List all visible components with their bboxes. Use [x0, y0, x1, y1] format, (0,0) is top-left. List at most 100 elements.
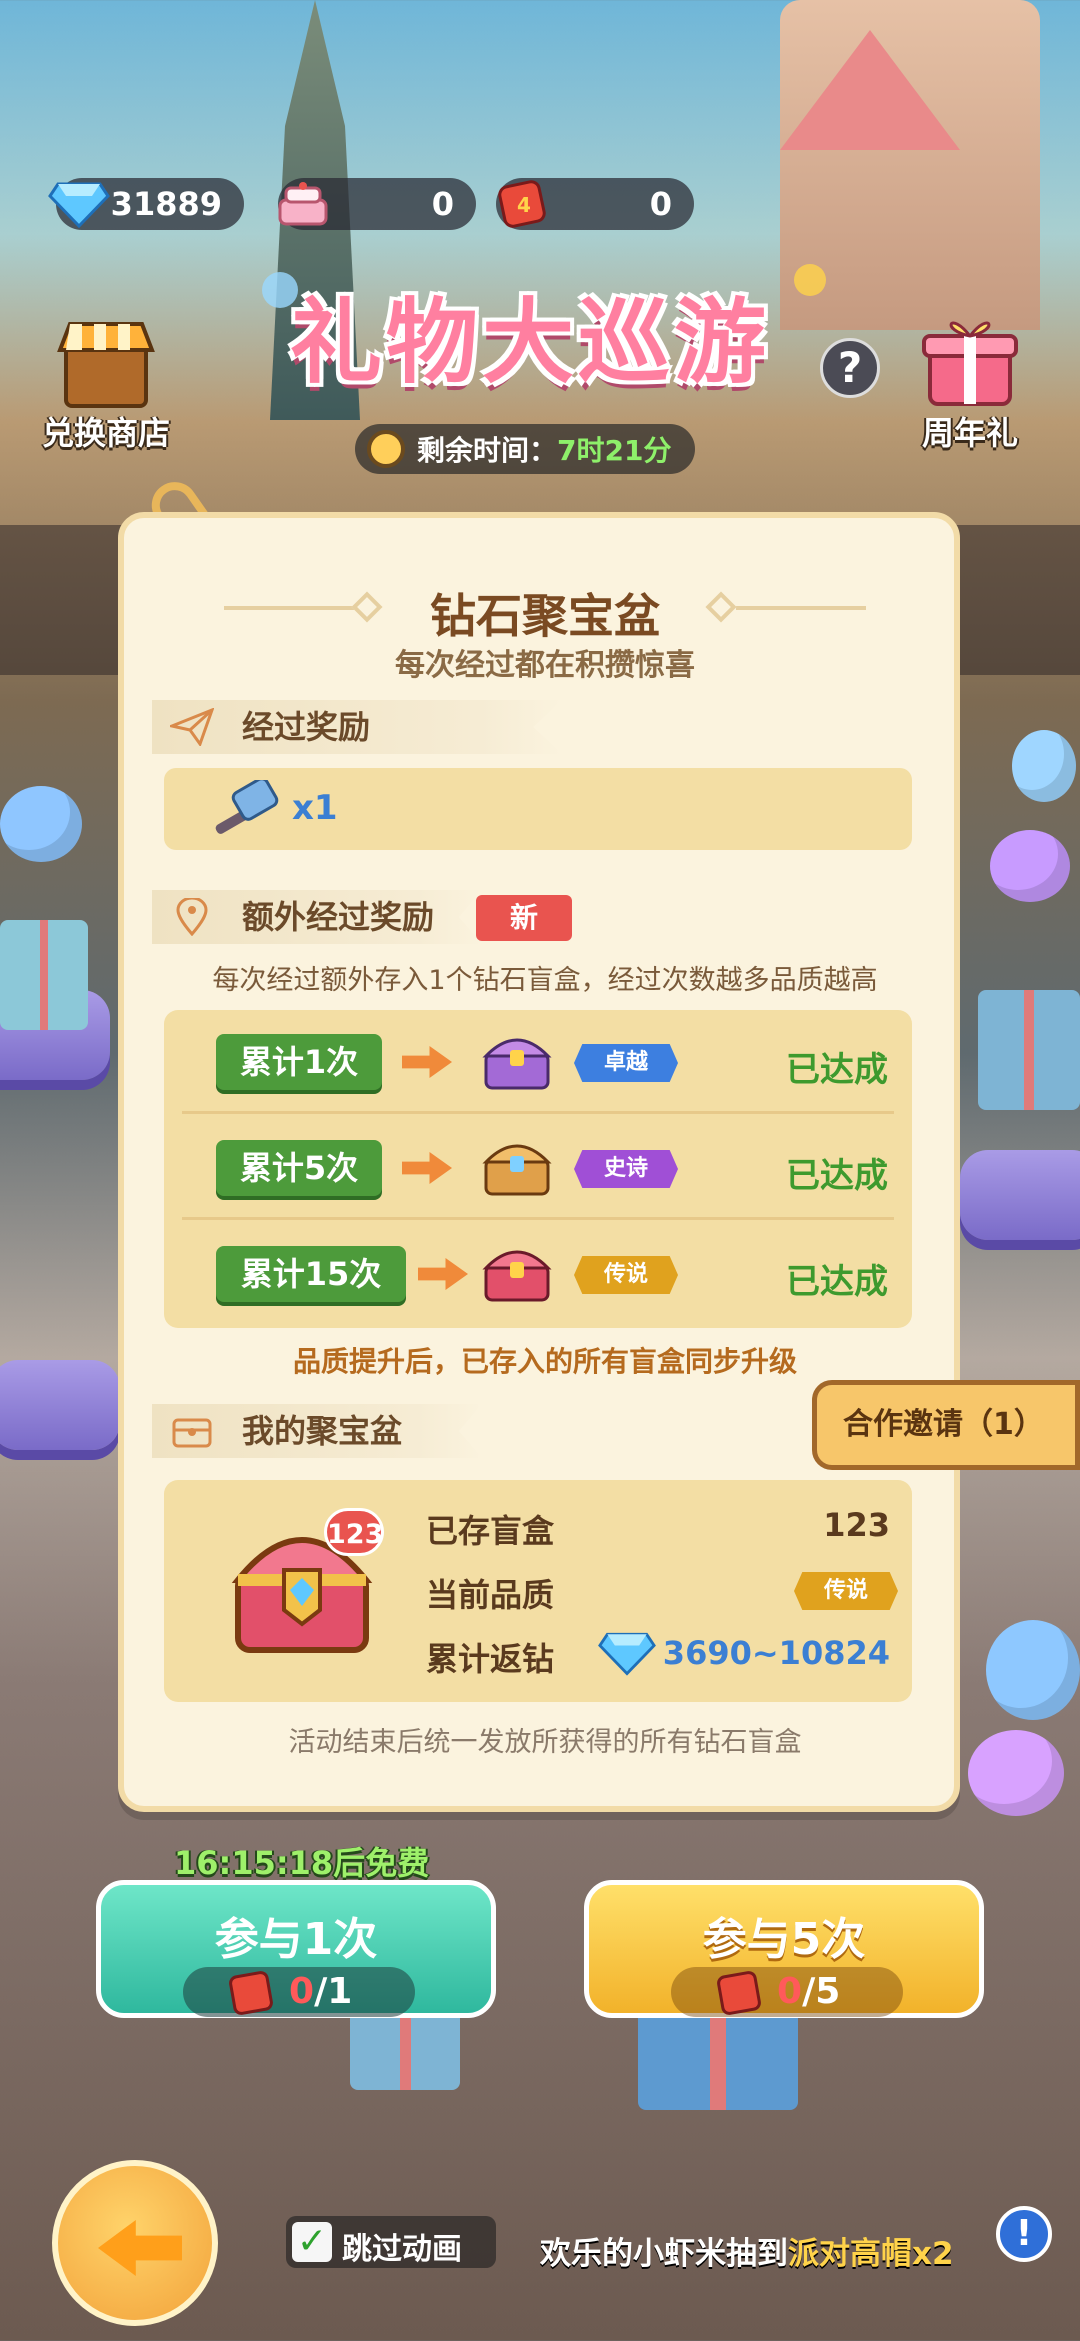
tier-row: 累计1次 卓越 已达成	[164, 1010, 912, 1114]
tier-row: 累计15次 传说 已达成	[164, 1222, 912, 1326]
remaining-time-label: 剩余时间：	[417, 434, 558, 467]
notice-button[interactable]: !	[996, 2206, 1052, 2262]
tier-status: 已达成	[786, 1262, 888, 1302]
extra-reward-heading: 额外经过奖励	[152, 890, 482, 944]
balloon-decoration	[990, 830, 1070, 902]
participate-once-cost: 0/1	[183, 1967, 415, 2017]
back-button[interactable]	[52, 2160, 218, 2326]
participate-once-label: 参与1次	[214, 1914, 378, 1965]
tier-count-label: 累计15次	[216, 1246, 406, 1302]
chest-icon	[482, 1038, 552, 1090]
current-quality-tag: 传说	[794, 1572, 898, 1610]
paper-plane-icon	[170, 708, 214, 746]
quality-tag: 传说	[574, 1256, 678, 1294]
footer-note: 活动结束后统一发放所获得的所有钻石盲盒	[288, 1727, 802, 1758]
quality-tag: 史诗	[574, 1150, 678, 1188]
anniversary-gift-label[interactable]: 周年礼	[922, 408, 1018, 454]
ticker-item: 派对高帽x2	[788, 2236, 954, 2272]
cost-need: /5	[802, 1971, 841, 2012]
participate-five-label: 参与5次	[702, 1914, 866, 1965]
arrow-right-icon	[402, 1046, 452, 1078]
checkmark-icon[interactable]: ✓	[292, 2222, 332, 2262]
treasure-box-icon	[172, 1418, 212, 1448]
gift-box-decoration	[0, 920, 88, 1030]
currency-diamond[interactable]: 31889	[48, 178, 244, 230]
back-arrow-icon	[98, 2220, 182, 2276]
pass-reward-row: x1	[164, 768, 912, 850]
skip-animation-toggle[interactable]: ✓ 跳过动画	[286, 2216, 496, 2268]
svg-text:4: 4	[517, 193, 531, 217]
dice-count: 0	[649, 185, 672, 223]
free-timer: 16:15:18后免费	[174, 1844, 430, 1882]
pass-reward-heading: 经过奖励	[152, 700, 562, 754]
pass-reward-title: 经过奖励	[242, 708, 371, 746]
currency-dice[interactable]: 4 0	[496, 178, 694, 230]
gift-box-decoration	[350, 2010, 460, 2090]
currency-cake[interactable]: 0	[278, 178, 476, 230]
balloon-decoration	[0, 786, 82, 862]
chest-count-badge: 123	[324, 1508, 384, 1556]
chest-icon	[482, 1250, 552, 1302]
refund-value: 3690~10824	[662, 1634, 890, 1672]
cake-icon	[278, 182, 328, 226]
dice-icon	[715, 1969, 763, 2017]
participate-once-button[interactable]: 参与1次 0/1	[96, 1880, 496, 2018]
upgrade-note: 品质提升后，已存入的所有盲盒同步升级	[292, 1345, 797, 1378]
cost-need: /1	[314, 1971, 353, 2012]
refund-label: 累计返钻	[426, 1640, 555, 1678]
location-pin-icon	[176, 898, 208, 936]
diamond-treasure-panel: 钻石聚宝盆 每次经过都在积攒惊喜 经过奖励 x1 额外经过奖励 新 每次经过额外…	[118, 512, 960, 1812]
tier-count-label: 累计5次	[216, 1140, 382, 1196]
new-badge: 新	[476, 895, 572, 941]
balloon-decoration	[968, 1730, 1064, 1816]
hammer-icon	[215, 780, 279, 834]
diamond-icon	[48, 182, 110, 228]
skip-animation-label: 跳过动画	[342, 2232, 462, 2267]
cost-have: 0	[777, 1971, 803, 2012]
stored-label: 已存盲盒	[426, 1512, 555, 1550]
gift-box-decoration	[978, 990, 1080, 1110]
diamond-count: 31889	[110, 185, 222, 223]
board-tile	[0, 1360, 120, 1450]
coop-invite-button[interactable]: 合作邀请（1）	[812, 1380, 1080, 1470]
tier-list: 累计1次 卓越 已达成 累计5次 史诗 已达成 累计15次 传说 已达成	[164, 1010, 912, 1328]
ticker-prefix: 欢乐的小虾米抽到	[540, 2236, 788, 2272]
question-icon: ?	[837, 343, 863, 392]
pass-reward-quantity: x1	[292, 788, 338, 828]
panel-title: 钻石聚宝盆	[430, 589, 660, 643]
broadcast-ticker: 欢乐的小虾米抽到派对高帽x2	[540, 2228, 954, 2273]
shop-icon[interactable]	[56, 316, 156, 412]
arrow-right-icon	[402, 1152, 452, 1184]
clock-icon	[367, 430, 405, 468]
my-vault-heading: 我的聚宝盆	[152, 1404, 482, 1458]
remaining-time: 剩余时间： 7时21分	[355, 424, 695, 474]
extra-reward-description: 每次经过额外存入1个钻石盲盒，经过次数越多品质越高	[212, 965, 878, 996]
board-tile	[960, 1150, 1080, 1240]
diamond-icon	[598, 1632, 656, 1676]
gift-box-decoration	[638, 2010, 798, 2110]
anniversary-gift-icon[interactable]	[920, 310, 1020, 410]
quality-label: 当前品质	[426, 1576, 555, 1614]
panel-subtitle: 每次经过都在积攒惊喜	[395, 648, 695, 683]
extra-reward-title: 额外经过奖励	[242, 898, 435, 936]
my-vault-title: 我的聚宝盆	[242, 1412, 403, 1450]
participate-five-button[interactable]: 参与5次 0/5	[584, 1880, 984, 2018]
remaining-time-value: 7时21分	[557, 434, 672, 467]
exchange-shop-label[interactable]: 兑换商店	[42, 408, 170, 454]
dice-icon: 4	[498, 180, 546, 228]
stored-value: 123	[823, 1506, 890, 1544]
event-title: 礼物大巡游	[290, 289, 771, 396]
my-vault-card: 123 已存盲盒 123 当前品质 传说 累计返钻 3690~10824	[164, 1480, 912, 1702]
cost-have: 0	[289, 1971, 315, 2012]
arrow-right-icon	[418, 1258, 468, 1290]
help-button[interactable]: ?	[820, 338, 880, 398]
dice-icon	[227, 1969, 275, 2017]
tier-status: 已达成	[786, 1050, 888, 1090]
tier-status: 已达成	[786, 1156, 888, 1196]
quality-tag: 卓越	[574, 1044, 678, 1082]
balloon-decoration	[1012, 730, 1076, 802]
balloon-decoration	[986, 1620, 1080, 1720]
tier-row: 累计5次 史诗 已达成	[164, 1116, 912, 1220]
exclamation-icon: !	[1015, 2213, 1033, 2254]
tier-count-label: 累计1次	[216, 1034, 382, 1090]
